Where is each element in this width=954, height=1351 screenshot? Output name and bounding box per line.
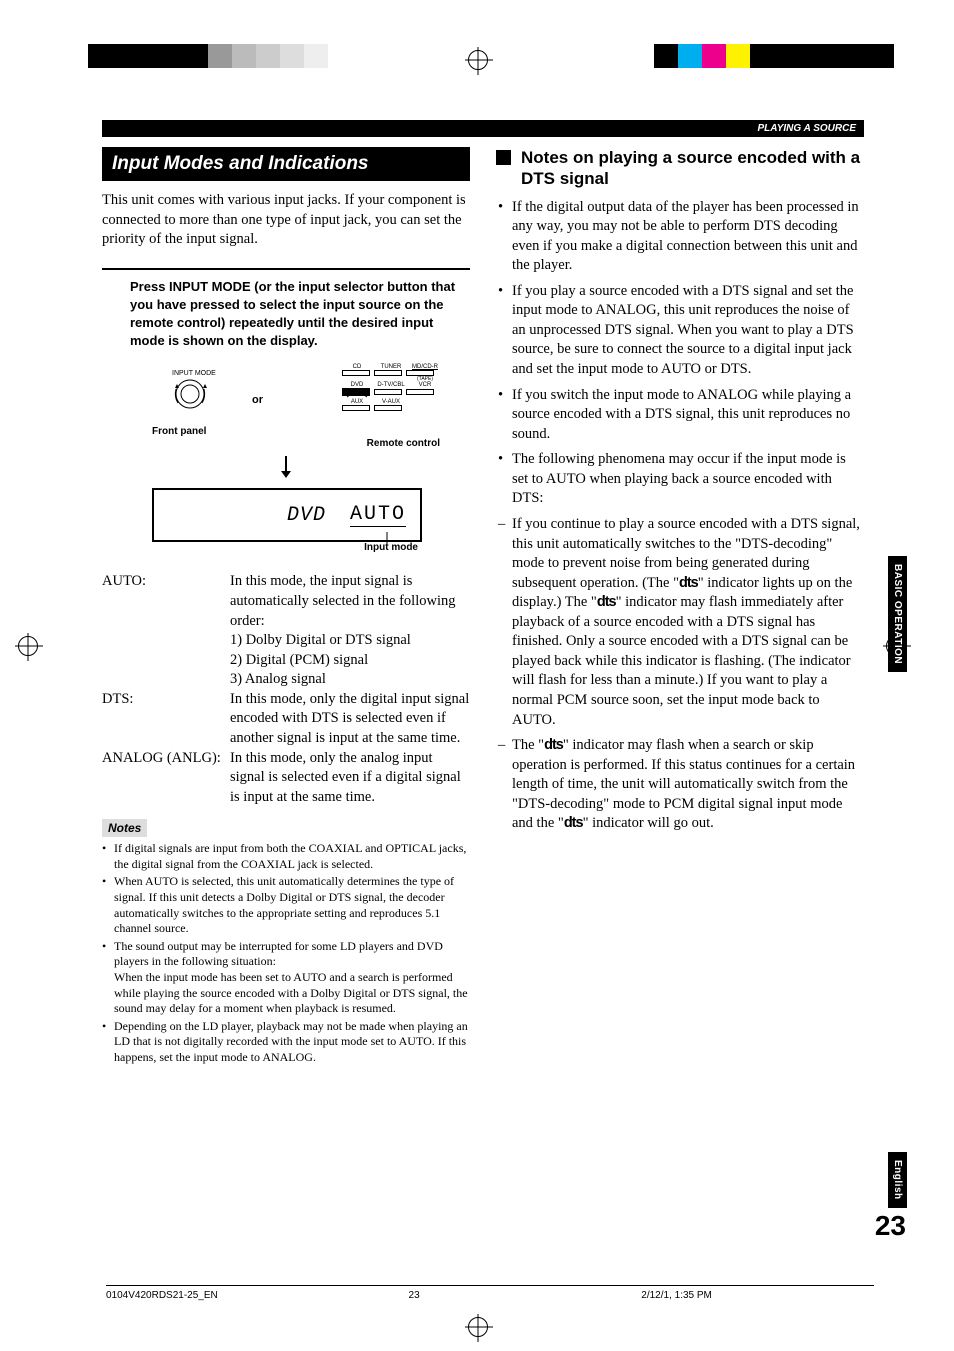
auto-def: In this mode, the input signal is automa…: [230, 573, 456, 628]
print-marks: [0, 0, 954, 90]
note-item: If digital signals are input from both t…: [114, 841, 470, 872]
display-panel: DVD AUTO: [152, 488, 422, 542]
registration-mark-top: [468, 50, 488, 70]
right-heading-text: Notes on playing a source encoded with a…: [521, 147, 864, 190]
page-number: 23: [875, 1210, 906, 1242]
remote-control-label: Remote control: [367, 438, 440, 449]
input-mode-small-label: INPUT MODE: [172, 370, 216, 377]
tab-language: English: [888, 1152, 907, 1208]
dts-term: DTS:: [102, 690, 230, 749]
bullet-item: If you play a source encoded with a DTS …: [512, 282, 864, 380]
instruction-text: Press INPUT MODE (or the input selector …: [102, 278, 470, 351]
arrow-down-icon: [102, 456, 470, 483]
right-heading: Notes on playing a source encoded with a…: [496, 147, 864, 190]
or-label: or: [252, 394, 263, 406]
footer-timestamp: 2/12/1, 1:35 PM: [641, 1290, 874, 1301]
color-bars-left: [88, 44, 328, 68]
remote-label-dtvcbl: D-TV/CBL: [376, 382, 406, 388]
instruction-block: Press INPUT MODE (or the input selector …: [102, 268, 470, 565]
remote-button-grid: CD TUNER MD/CD-R (TAPE) DVD D-TV/CBL VCR: [342, 364, 440, 411]
remote-dvd-button-icon: [342, 388, 370, 396]
caption-line-icon: [386, 532, 388, 544]
auto-opt-1: 1) Dolby Digital or DTS signal: [230, 632, 411, 648]
right-column: Notes on playing a source encoded with a…: [496, 147, 864, 1068]
dash-item: If you continue to play a source encoded…: [512, 515, 864, 730]
bullet-item: If you switch the input mode to ANALOG w…: [512, 386, 864, 445]
front-panel-label: Front panel: [152, 426, 206, 437]
running-header: PLAYING A SOURCE: [102, 120, 864, 137]
input-mode-knob-icon: [172, 377, 208, 411]
dts-logo-icon: dts: [679, 575, 698, 591]
dts-logo-icon: dts: [597, 594, 616, 610]
dts-logo-icon: dts: [544, 737, 563, 753]
dts-def: In this mode, only the digital input sig…: [230, 690, 470, 749]
auto-opt-2: 2) Digital (PCM) signal: [230, 652, 368, 668]
side-tabs: BASIC OPERATION English: [888, 556, 910, 1208]
registration-mark-bottom: [468, 1317, 488, 1337]
analog-term: ANALOG (ANLG):: [102, 749, 230, 808]
dash-item: The "dts" indicator may flash when a sea…: [512, 736, 864, 834]
analog-def: In this mode, only the analog input sign…: [230, 749, 470, 808]
footer: 0104V420RDS21-25_EN 23 2/12/1, 1:35 PM: [106, 1285, 874, 1301]
left-column: Input Modes and Indications This unit co…: [102, 147, 470, 1068]
note-item: The sound output may be interrupted for …: [114, 939, 470, 1017]
auto-opt-3: 3) Analog signal: [230, 671, 326, 687]
remote-label-vcr: VCR: [410, 382, 440, 388]
notes-list: If digital signals are input from both t…: [102, 841, 470, 1065]
registration-mark-left: [18, 636, 38, 656]
note-item: Depending on the LD player, playback may…: [114, 1019, 470, 1066]
diagram-area: INPUT MODE or: [102, 364, 470, 564]
display-mode: AUTO: [350, 503, 406, 527]
notes-header: Notes: [102, 819, 147, 837]
bullet-item: If the digital output data of the player…: [512, 198, 864, 276]
input-mode-caption: Input mode: [364, 542, 418, 553]
page-content: PLAYING A SOURCE Input Modes and Indicat…: [102, 120, 864, 1068]
dts-logo-icon: dts: [564, 815, 583, 831]
square-bullet-icon: [496, 150, 511, 165]
intro-paragraph: This unit comes with various input jacks…: [102, 191, 470, 250]
section-title: Input Modes and Indications: [102, 147, 470, 181]
footer-page: 23: [409, 1290, 642, 1301]
note-item: When AUTO is selected, this unit automat…: [114, 874, 470, 936]
tab-basic-operation: BASIC OPERATION: [888, 556, 907, 672]
color-bars-right: [654, 44, 894, 68]
footer-filename: 0104V420RDS21-25_EN: [106, 1290, 409, 1301]
mode-definitions: AUTO: In this mode, the input signal is …: [102, 572, 470, 807]
display-source: DVD: [287, 504, 326, 527]
bullet-item: The following phenomena may occur if the…: [512, 450, 864, 509]
right-bullet-list: If the digital output data of the player…: [496, 198, 864, 834]
auto-term: AUTO:: [102, 572, 230, 689]
